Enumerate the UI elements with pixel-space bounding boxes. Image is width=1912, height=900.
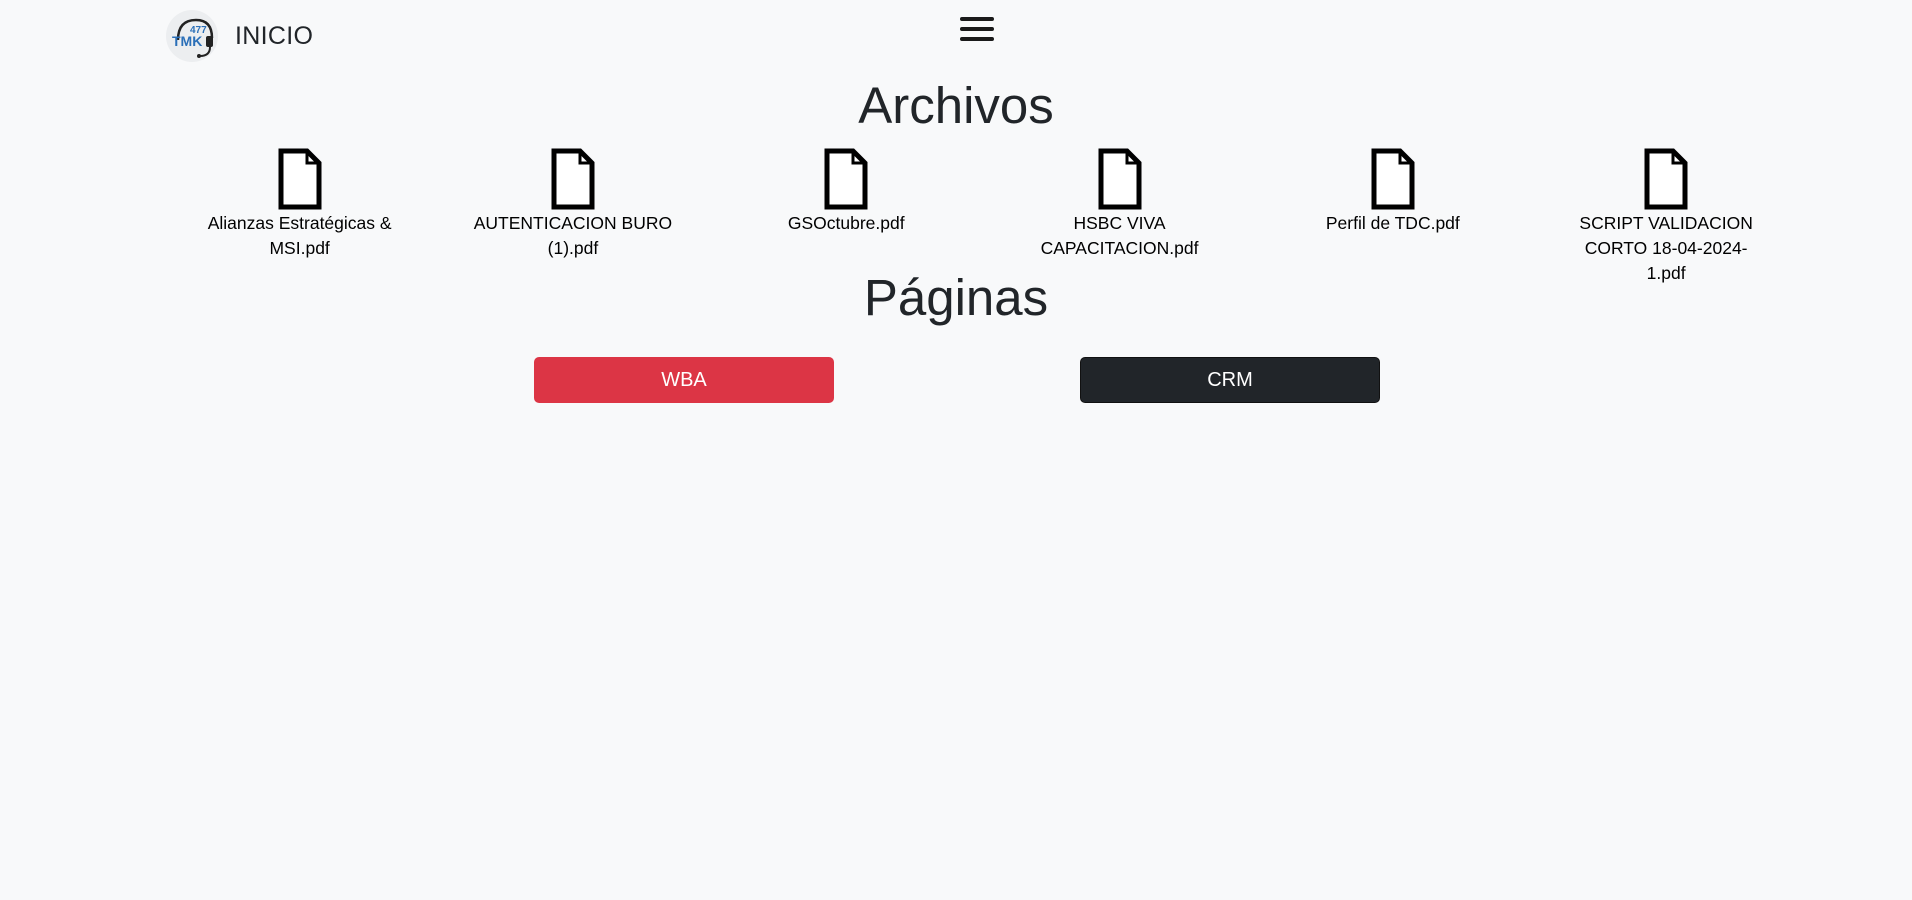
crm-button[interactable]: CRM bbox=[1080, 357, 1380, 403]
menu-bar bbox=[960, 17, 994, 21]
file-icon bbox=[278, 148, 322, 210]
file-icon bbox=[551, 148, 595, 210]
brand-title: INICIO bbox=[235, 21, 314, 50]
file-icon bbox=[1644, 148, 1688, 210]
file-icon bbox=[1098, 148, 1142, 210]
section-title-paginas: Páginas bbox=[863, 269, 1049, 326]
file-name: Perfil de TDC.pdf bbox=[1325, 213, 1460, 233]
file-icon bbox=[1371, 148, 1415, 210]
section-title-archivos: Archivos bbox=[858, 77, 1054, 134]
headset-logo-icon: 477 TMK bbox=[166, 10, 218, 62]
file-name: GSOctubre.pdf bbox=[787, 213, 905, 233]
file-name: Alianzas Estratégicas & MSI.pdf bbox=[207, 213, 392, 258]
file-item[interactable]: Perfil de TDC.pdf bbox=[1256, 148, 1529, 286]
hamburger-menu-icon[interactable] bbox=[959, 15, 995, 43]
file-name: AUTENTICACION BURO (1).pdf bbox=[473, 213, 673, 258]
file-list: Alianzas Estratégicas & MSI.pdf AUTENTIC… bbox=[163, 148, 1803, 286]
brand-link[interactable]: 477 TMK INICIO bbox=[166, 10, 313, 62]
file-icon bbox=[824, 148, 868, 210]
file-item[interactable]: GSOctubre.pdf bbox=[710, 148, 983, 286]
file-item[interactable]: Alianzas Estratégicas & MSI.pdf bbox=[163, 148, 436, 286]
file-name: HSBC VIVA CAPACITACION.pdf bbox=[1040, 213, 1199, 258]
wba-button[interactable]: WBA bbox=[534, 357, 834, 403]
navbar: 477 TMK INICIO bbox=[0, 0, 1912, 62]
menu-bar bbox=[960, 37, 994, 41]
logo-letters: TMK bbox=[172, 33, 202, 49]
file-item[interactable]: AUTENTICACION BURO (1).pdf bbox=[436, 148, 709, 286]
file-item[interactable]: SCRIPT VALIDACION CORTO 18-04-2024-1.pdf bbox=[1529, 148, 1802, 286]
file-item[interactable]: HSBC VIVA CAPACITACION.pdf bbox=[983, 148, 1256, 286]
menu-bar bbox=[960, 27, 994, 31]
